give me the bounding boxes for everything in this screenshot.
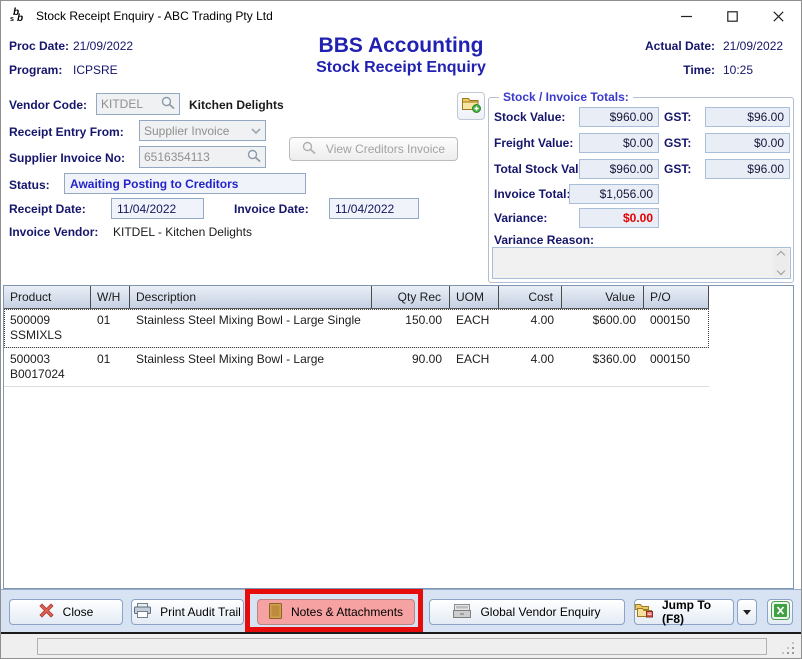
red-x-icon xyxy=(39,603,54,621)
vendor-search-icon[interactable] xyxy=(161,96,175,112)
screen-title: Stock Receipt Enquiry xyxy=(1,59,801,77)
print-audit-trail-button[interactable]: Print Audit Trail xyxy=(131,599,244,625)
status-field: Awaiting Posting to Creditors xyxy=(64,173,306,194)
status-bar-message xyxy=(37,638,767,655)
vendor-name: Kitchen Delights xyxy=(189,98,284,112)
app-logo-icon: b s b xyxy=(10,6,28,26)
stock-value-field: $960.00 xyxy=(579,107,659,127)
notes-attachments-button[interactable]: Notes & Attachments xyxy=(257,599,415,625)
stock-value-label: Stock Value: xyxy=(494,110,565,124)
variance-reason-label: Variance Reason: xyxy=(494,233,594,247)
jump-to-button[interactable]: Jump To (F8) xyxy=(634,599,734,625)
gst3-label: GST: xyxy=(664,162,691,176)
global-vendor-enquiry-button[interactable]: Global Vendor Enquiry xyxy=(429,599,625,625)
time-label: Time: xyxy=(683,63,715,77)
invoice-search-icon[interactable] xyxy=(247,149,261,165)
time-value: 10:25 xyxy=(723,63,753,77)
actual-date-label: Actual Date: xyxy=(645,39,715,53)
invoice-date-field[interactable]: 11/04/2022 xyxy=(329,198,419,219)
printer-icon xyxy=(134,603,151,621)
receipt-date-field[interactable]: 11/04/2022 xyxy=(111,198,204,219)
gst3-field: $96.00 xyxy=(705,159,790,179)
spreadsheet-icon xyxy=(771,601,790,623)
supplier-invoice-no-label: Supplier Invoice No: xyxy=(9,151,125,165)
receipt-date-label: Receipt Date: xyxy=(9,202,86,216)
export-spreadsheet-button[interactable] xyxy=(767,599,793,625)
svg-text:b: b xyxy=(17,13,23,23)
title-bar: b s b Stock Receipt Enquiry - ABC Tradin… xyxy=(1,1,801,31)
maximize-button[interactable] xyxy=(709,1,755,31)
close-window-button[interactable] xyxy=(755,1,801,31)
status-bar xyxy=(1,634,801,659)
folder-plus-icon xyxy=(462,96,481,116)
column-header-value: Value xyxy=(562,286,644,308)
cash-drawer-icon xyxy=(453,604,471,621)
variance-reason-textarea[interactable] xyxy=(492,247,791,279)
column-header-po: P/O xyxy=(644,286,709,308)
variance-label: Variance: xyxy=(494,211,547,225)
receipt-entry-from-dropdown[interactable]: Supplier Invoice xyxy=(139,120,266,141)
jump-to-dropdown-button[interactable] xyxy=(737,599,757,625)
resize-grip[interactable] xyxy=(781,641,794,654)
vendor-code-field[interactable]: KITDEL xyxy=(96,93,180,115)
gst1-field: $96.00 xyxy=(705,107,790,127)
column-header-wh: W/H xyxy=(91,286,130,308)
total-stock-val-label: Total Stock Val: xyxy=(494,162,582,176)
minimize-button[interactable] xyxy=(663,1,709,31)
status-label: Status: xyxy=(9,178,50,192)
table-row[interactable]: 500003 B0017024 01 Stainless Steel Mixin… xyxy=(4,348,709,387)
scroll-down-icon[interactable] xyxy=(777,267,785,275)
freight-value-field: $0.00 xyxy=(579,133,659,153)
receipt-lines-grid: Product W/H Description Qty Rec UOM Cost… xyxy=(3,285,794,589)
supplier-invoice-no-field[interactable]: 6516354113 xyxy=(139,146,266,168)
button-bar: Close Print Audit Trail Notes & Attachme… xyxy=(1,589,801,632)
variance-field: $0.00 xyxy=(579,208,659,228)
notepad-icon xyxy=(269,603,282,622)
magnifier-icon xyxy=(302,141,316,157)
gst2-field: $0.00 xyxy=(705,133,790,153)
gst2-label: GST: xyxy=(664,136,691,150)
window-title: Stock Receipt Enquiry - ABC Trading Pty … xyxy=(36,9,273,23)
column-header-qty-rec: Qty Rec xyxy=(372,286,450,308)
freight-value-label: Freight Value: xyxy=(494,136,573,150)
variance-reason-scrollbar[interactable] xyxy=(773,249,789,277)
close-button[interactable]: Close xyxy=(9,599,123,625)
attachments-folder-button[interactable] xyxy=(457,92,485,120)
column-header-description: Description xyxy=(130,286,372,308)
table-row[interactable]: 500009 SSMIXLS 01 Stainless Steel Mixing… xyxy=(4,309,709,348)
invoice-total-field: $1,056.00 xyxy=(569,184,659,204)
app-window: b s b Stock Receipt Enquiry - ABC Tradin… xyxy=(0,0,802,659)
invoice-vendor-value: KITDEL - Kitchen Delights xyxy=(113,225,252,239)
svg-text:s: s xyxy=(10,16,14,23)
vendor-code-label: Vendor Code: xyxy=(9,98,87,112)
scroll-up-icon[interactable] xyxy=(777,251,785,259)
actual-date-value: 21/09/2022 xyxy=(723,39,783,53)
invoice-total-label: Invoice Total: xyxy=(494,187,570,201)
invoice-date-label: Invoice Date: xyxy=(234,202,309,216)
column-header-cost: Cost xyxy=(499,286,562,308)
invoice-vendor-label: Invoice Vendor: xyxy=(9,225,98,239)
grid-header-row: Product W/H Description Qty Rec UOM Cost… xyxy=(4,286,709,309)
dropdown-arrow-icon xyxy=(743,610,751,615)
totals-group-title: Stock / Invoice Totals: xyxy=(499,90,633,104)
chevron-down-icon xyxy=(251,124,261,138)
receipt-entry-from-label: Receipt Entry From: xyxy=(9,125,124,139)
column-header-product: Product xyxy=(4,286,91,308)
column-header-uom: UOM xyxy=(450,286,499,308)
jump-folder-icon xyxy=(635,603,653,621)
total-stock-val-field: $960.00 xyxy=(579,159,659,179)
stock-invoice-totals-group: Stock / Invoice Totals: Stock Value: $96… xyxy=(488,97,794,283)
view-creditors-invoice-button[interactable]: View Creditors Invoice xyxy=(289,137,458,161)
gst1-label: GST: xyxy=(664,110,691,124)
